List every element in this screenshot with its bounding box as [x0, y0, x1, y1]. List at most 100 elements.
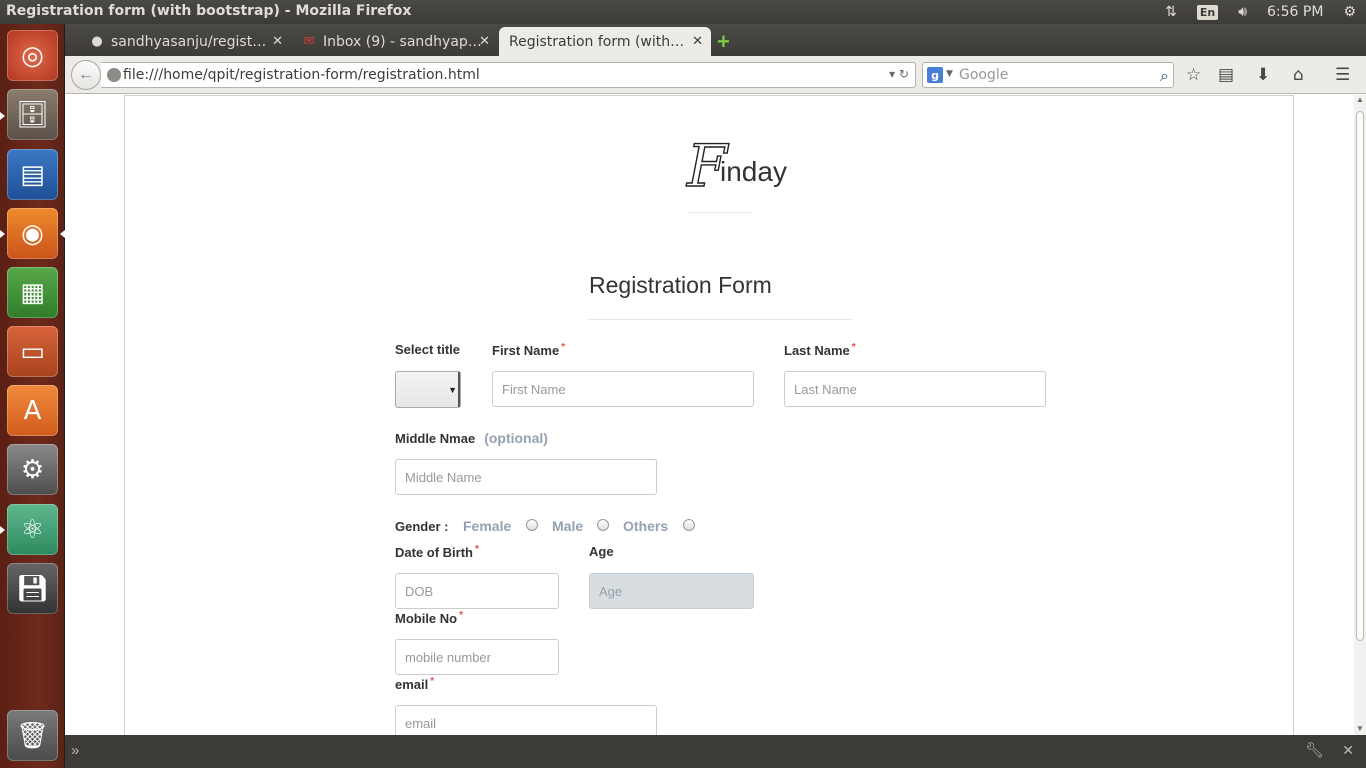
- tab-bar: ● sandhyasanju/regist… ✕ ✉ Inbox (9) - s…: [65, 24, 1366, 56]
- files-icon[interactable]: 🗄︎: [7, 89, 58, 140]
- close-icon[interactable]: ✕: [1342, 742, 1354, 759]
- first-name-label: First Name *: [492, 342, 565, 358]
- logo-text: inday: [720, 156, 787, 187]
- required-mark: *: [459, 610, 464, 621]
- gender-male-label[interactable]: Male: [552, 518, 583, 534]
- scrollbar-thumb[interactable]: [1356, 111, 1364, 641]
- launcher: ◎ 🗄︎ ▤ ◉ ▦ ▭ A ⚙ ⚛ 💾︎ 🗑︎: [0, 24, 65, 768]
- mobile-label-text: Mobile No: [395, 611, 458, 626]
- scroll-up-icon[interactable]: ▲: [1356, 95, 1364, 104]
- close-icon[interactable]: ✕: [692, 34, 703, 49]
- google-engine-icon[interactable]: g: [927, 67, 943, 83]
- placeholder: First Name: [502, 381, 566, 397]
- middle-name-label-text: Middle Nmae: [395, 431, 476, 446]
- tab-registration[interactable]: Registration form (with… ✕: [499, 27, 711, 56]
- gender-male-radio[interactable]: [597, 519, 609, 531]
- writer-icon[interactable]: ▤: [7, 149, 58, 200]
- dob-label: Date of Birth *: [395, 544, 479, 560]
- back-arrow-icon: ←: [78, 66, 94, 83]
- age-field: Age: [589, 573, 754, 609]
- globe-icon: [107, 68, 121, 82]
- age-label: Age: [589, 544, 614, 559]
- divider: [687, 212, 753, 213]
- gender-female-label[interactable]: Female: [463, 518, 511, 534]
- tab-github[interactable]: ● sandhyasanju/regist… ✕: [79, 27, 291, 56]
- impress-icon[interactable]: ▭: [7, 326, 58, 377]
- optional-hint: (optional): [484, 430, 548, 446]
- gender-others-radio[interactable]: [683, 519, 695, 531]
- gender-others-label[interactable]: Others: [623, 518, 668, 534]
- placeholder: Last Name: [794, 381, 857, 397]
- last-name-label: Last Name *: [784, 342, 856, 358]
- wrench-icon[interactable]: 🔧︎: [1305, 741, 1324, 759]
- menu-icon[interactable]: ☰: [1335, 65, 1350, 85]
- network-arrows-icon[interactable]: ⇅: [1155, 0, 1187, 24]
- email-field[interactable]: email: [395, 705, 657, 735]
- search-bar[interactable]: g ▼ Google ⌕: [922, 62, 1174, 88]
- scroll-down-icon[interactable]: ▼: [1356, 724, 1364, 733]
- gender-label: Gender :: [395, 519, 449, 534]
- tab-label: Registration form (with…: [509, 33, 685, 50]
- magnifier-icon[interactable]: ⌕: [1160, 66, 1169, 86]
- mobile-label: Mobile No *: [395, 610, 463, 626]
- firefox-window: ● sandhyasanju/regist… ✕ ✉ Inbox (9) - s…: [65, 24, 1366, 735]
- new-tab-plus-icon[interactable]: +: [717, 29, 730, 55]
- placeholder: mobile number: [405, 649, 491, 665]
- software-center-icon[interactable]: A: [7, 385, 58, 436]
- url-dropdown-reload[interactable]: ▾ ↻: [889, 67, 909, 81]
- divider: [589, 319, 851, 320]
- save-disk-icon[interactable]: 💾︎: [7, 563, 58, 614]
- close-icon[interactable]: ✕: [272, 34, 283, 49]
- middle-name-label: Middle Nmae (optional): [395, 430, 548, 446]
- running-indicator: [0, 112, 5, 120]
- url-bar[interactable]: file:///home/qpit/registration-form/regi…: [101, 62, 916, 88]
- first-name-label-text: First Name: [492, 343, 560, 358]
- required-mark: *: [851, 342, 856, 353]
- select-edge: [458, 372, 460, 407]
- placeholder: Middle Name: [405, 469, 482, 485]
- expand-chevron-icon[interactable]: »: [71, 742, 79, 759]
- dob-label-text: Date of Birth: [395, 545, 473, 560]
- top-panel: Registration form (with bootstrap) - Moz…: [0, 0, 1366, 24]
- first-name-field[interactable]: First Name: [492, 371, 754, 407]
- chevron-down-icon[interactable]: ▼: [946, 69, 953, 79]
- atom-icon[interactable]: ⚛: [7, 504, 58, 555]
- gender-female-radio[interactable]: [526, 519, 538, 531]
- github-icon: ●: [91, 34, 103, 49]
- home-icon[interactable]: ⌂: [1293, 65, 1304, 85]
- dash-home-icon[interactable]: ◎: [7, 30, 58, 81]
- select-title-label: Select title: [395, 342, 461, 357]
- middle-name-field[interactable]: Middle Name: [395, 459, 657, 495]
- tab-label: Inbox (9) - sandhyap…: [323, 33, 482, 50]
- reading-list-icon[interactable]: ▤: [1218, 65, 1234, 85]
- volume-icon[interactable]: 🔊︎: [1228, 0, 1257, 24]
- window-title: Registration form (with bootstrap) - Moz…: [6, 3, 412, 19]
- last-name-field[interactable]: Last Name: [784, 371, 1046, 407]
- required-mark: *: [475, 544, 479, 555]
- dob-field[interactable]: DOB: [395, 573, 559, 609]
- title-select[interactable]: ▼: [395, 371, 461, 408]
- placeholder: DOB: [405, 583, 434, 599]
- trash-icon[interactable]: 🗑︎: [7, 710, 58, 761]
- bookmark-star-icon[interactable]: ☆: [1186, 65, 1201, 85]
- email-label-text: email: [395, 677, 429, 692]
- system-settings-icon[interactable]: ⚙: [7, 444, 58, 495]
- firefox-icon[interactable]: ◉: [7, 208, 58, 259]
- download-icon[interactable]: ⬇: [1256, 65, 1270, 85]
- close-icon[interactable]: ✕: [479, 34, 490, 49]
- placeholder: Age: [599, 583, 623, 599]
- back-button[interactable]: ←: [71, 60, 101, 90]
- calc-icon[interactable]: ▦: [7, 267, 58, 318]
- required-mark: *: [561, 342, 566, 353]
- placeholder: email: [405, 715, 437, 731]
- tab-gmail[interactable]: ✉ Inbox (9) - sandhyap… ✕: [291, 27, 498, 56]
- keyboard-layout-indicator[interactable]: En: [1187, 0, 1228, 24]
- clock[interactable]: 6:56 PM: [1257, 0, 1333, 24]
- url-text: file:///home/qpit/registration-form/regi…: [123, 67, 480, 83]
- running-indicator: [0, 526, 5, 534]
- gmail-icon: ✉: [303, 34, 315, 49]
- bottom-bar: » 🔧︎ ✕: [65, 735, 1366, 768]
- mobile-field[interactable]: mobile number: [395, 639, 559, 675]
- session-gear-icon[interactable]: ⚙: [1333, 0, 1366, 24]
- vertical-scrollbar[interactable]: ▲ ▼: [1354, 95, 1366, 735]
